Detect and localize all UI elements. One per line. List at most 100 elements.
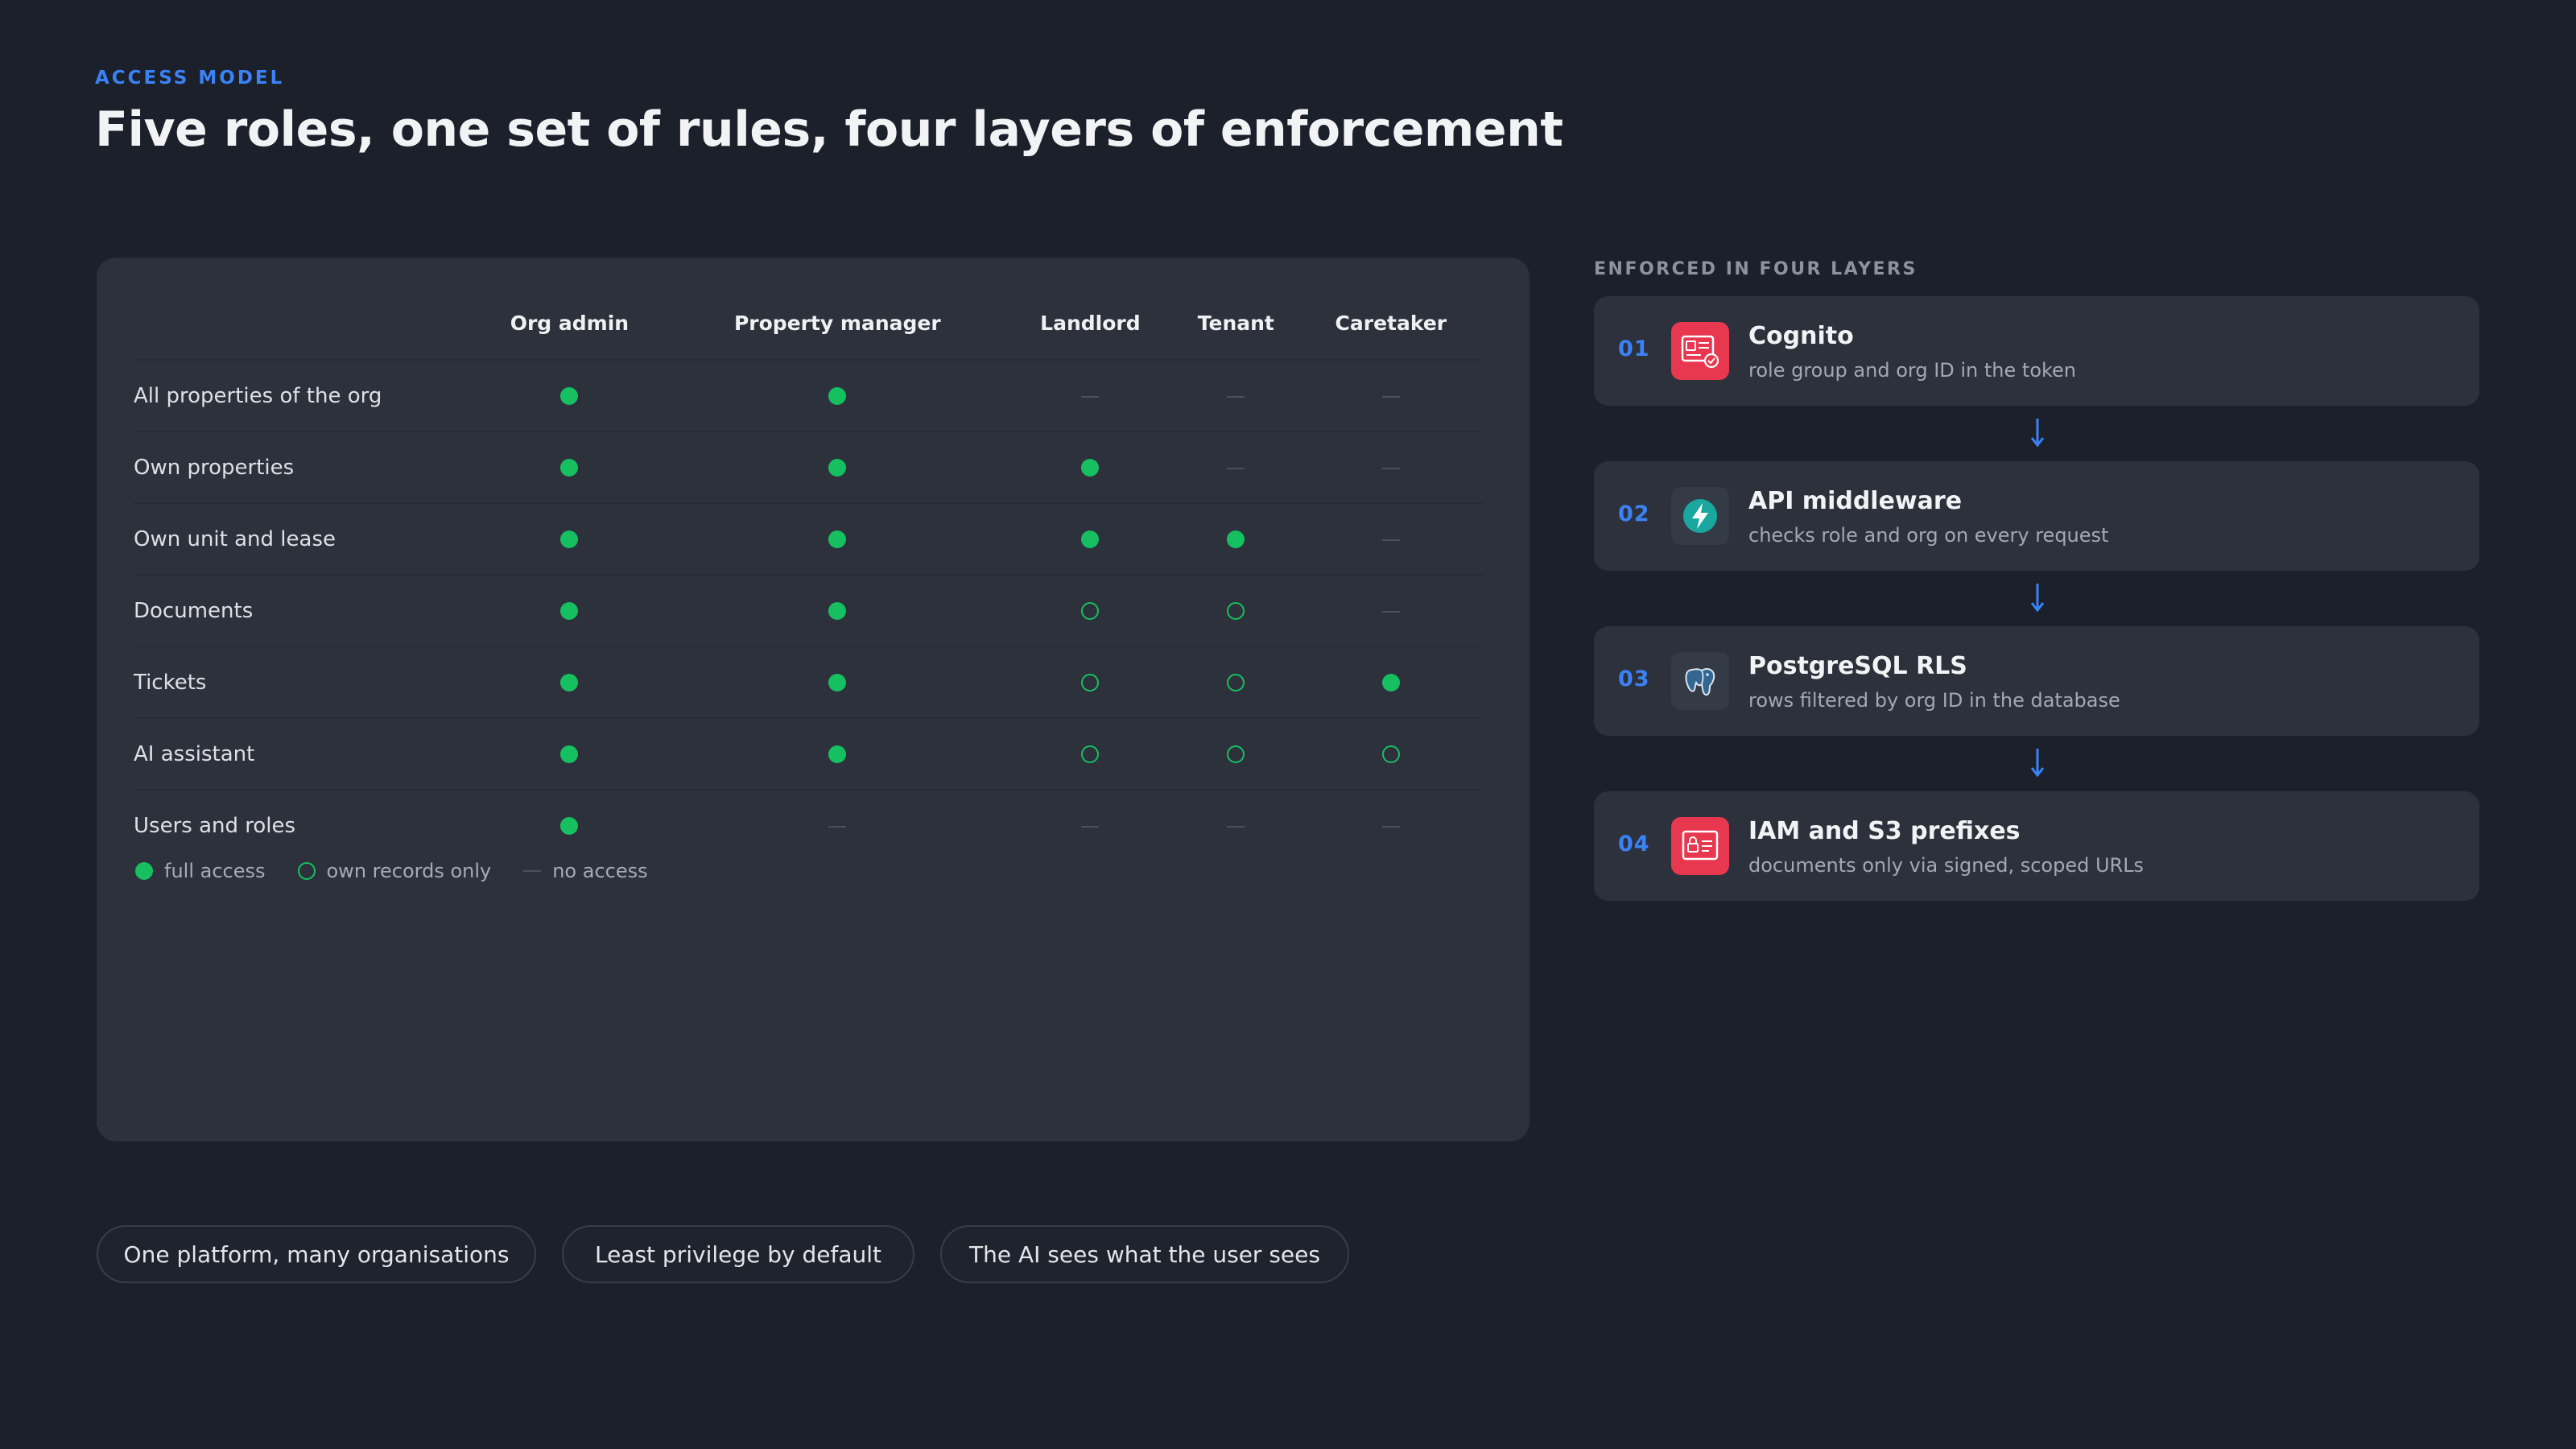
own-records-ring-icon [1081, 745, 1100, 763]
access-cell [667, 502, 1008, 575]
no-access-dash-icon [1381, 395, 1400, 398]
cognito-id-card-icon [1671, 322, 1729, 380]
row-label: Users and roles [134, 789, 472, 861]
no-access-dash-icon [523, 870, 542, 872]
access-cell [1298, 574, 1483, 646]
layer-card-iam-s3: 04 IAM and S3 prefixes documents only vi… [1594, 791, 2479, 901]
legend-own: own records only [297, 860, 492, 882]
full-access-dot-icon [135, 862, 153, 880]
own-records-ring-icon [1081, 673, 1100, 691]
full-access-dot-icon [828, 458, 847, 477]
access-cell [667, 789, 1008, 861]
layer-name: PostgreSQL RLS [1748, 652, 1967, 680]
eyebrow-label: ACCESS MODEL [95, 68, 285, 89]
layer-number: 04 [1618, 832, 1650, 857]
access-cell [1007, 502, 1173, 575]
access-cell [1172, 574, 1299, 646]
layer-number: 01 [1618, 336, 1650, 361]
own-records-ring-icon [1227, 673, 1245, 691]
legend-full: full access [135, 860, 266, 882]
full-access-dot-icon [828, 745, 847, 763]
pill-one-platform: One platform, many organisations [97, 1225, 536, 1283]
matrix-header-row: Org admin Property manager Landlord Tena… [134, 287, 1483, 360]
lightning-bolt-icon [1671, 487, 1729, 545]
role-header-tenant: Tenant [1197, 311, 1274, 335]
own-records-ring-icon [1381, 745, 1400, 763]
access-cell [1298, 431, 1483, 503]
access-cell [1298, 502, 1483, 575]
layer-card-postgresql-rls: 03 PostgreSQL RLS rows filtered by org I… [1594, 626, 2479, 736]
access-cell [1007, 574, 1173, 646]
no-access-dash-icon [1381, 825, 1400, 828]
access-cell [1172, 359, 1299, 431]
layer-description: checks role and org on every request [1748, 524, 2109, 547]
no-access-dash-icon [1381, 539, 1400, 541]
row-label: All properties of the org [134, 359, 472, 431]
layer-number: 02 [1618, 502, 1650, 526]
own-records-ring-icon [297, 862, 316, 880]
role-header-org-admin: Org admin [510, 311, 630, 335]
access-matrix: Org admin Property manager Landlord Tena… [134, 287, 1483, 861]
table-row: Own unit and lease [134, 502, 1483, 575]
table-row: Tickets [134, 646, 1483, 718]
page-title: Five roles, one set of rules, four layer… [95, 101, 1563, 158]
access-cell [1298, 646, 1483, 718]
access-cell [1007, 431, 1173, 503]
full-access-dot-icon [828, 386, 847, 405]
no-access-dash-icon [1081, 395, 1100, 398]
arrow-down-icon [2030, 749, 2045, 778]
no-access-dash-icon [1227, 825, 1245, 828]
no-access-dash-icon [1227, 395, 1245, 398]
own-records-ring-icon [1081, 601, 1100, 620]
access-cell [472, 646, 667, 718]
access-cell [1298, 789, 1483, 861]
layer-description: rows filtered by org ID in the database [1748, 689, 2120, 712]
matrix-corner [134, 287, 472, 360]
legend-none-label: no access [552, 860, 648, 882]
matrix-body: All properties of the org Own properties O… [134, 359, 1483, 861]
full-access-dot-icon [560, 816, 579, 835]
role-header-property-manager: Property manager [733, 311, 941, 335]
layer-card-cognito: 01 Cognito role group and org ID in the … [1594, 296, 2479, 406]
no-access-dash-icon [828, 825, 847, 828]
table-row: AI assistant [134, 717, 1483, 790]
layers-label: ENFORCED IN FOUR LAYERS [1594, 259, 1918, 279]
access-cell [1007, 646, 1173, 718]
role-header-landlord: Landlord [1040, 311, 1141, 335]
full-access-dot-icon [1081, 458, 1100, 477]
full-access-dot-icon [1227, 530, 1245, 548]
own-records-ring-icon [1227, 745, 1245, 763]
layer-name: API middleware [1748, 487, 1963, 515]
access-cell [472, 431, 667, 503]
full-access-dot-icon [828, 530, 847, 548]
layer-number: 03 [1618, 667, 1650, 691]
full-access-dot-icon [560, 745, 579, 763]
row-label: AI assistant [134, 717, 472, 790]
iam-badge-icon [1671, 817, 1729, 875]
access-cell [472, 574, 667, 646]
no-access-dash-icon [1381, 467, 1400, 469]
access-cell [667, 646, 1008, 718]
full-access-dot-icon [1381, 673, 1400, 691]
access-cell [1172, 431, 1299, 503]
access-cell [667, 574, 1008, 646]
no-access-dash-icon [1227, 467, 1245, 469]
row-label: Own unit and lease [134, 502, 472, 575]
access-cell [1007, 789, 1173, 861]
legend-own-label: own records only [326, 860, 492, 882]
table-row: All properties of the org [134, 359, 1483, 431]
full-access-dot-icon [560, 673, 579, 691]
postgresql-elephant-icon [1671, 652, 1729, 710]
layer-name: Cognito [1748, 322, 1854, 350]
legend-none: no access [523, 860, 648, 882]
access-cell [1298, 717, 1483, 790]
access-cell [472, 359, 667, 431]
access-cell [1172, 502, 1299, 575]
access-cell [1007, 717, 1173, 790]
own-records-ring-icon [1227, 601, 1245, 620]
role-header-caretaker: Caretaker [1335, 311, 1447, 335]
no-access-dash-icon [1381, 610, 1400, 613]
access-cell [472, 502, 667, 575]
full-access-dot-icon [560, 601, 579, 620]
layer-description: documents only via signed, scoped URLs [1748, 854, 2145, 877]
